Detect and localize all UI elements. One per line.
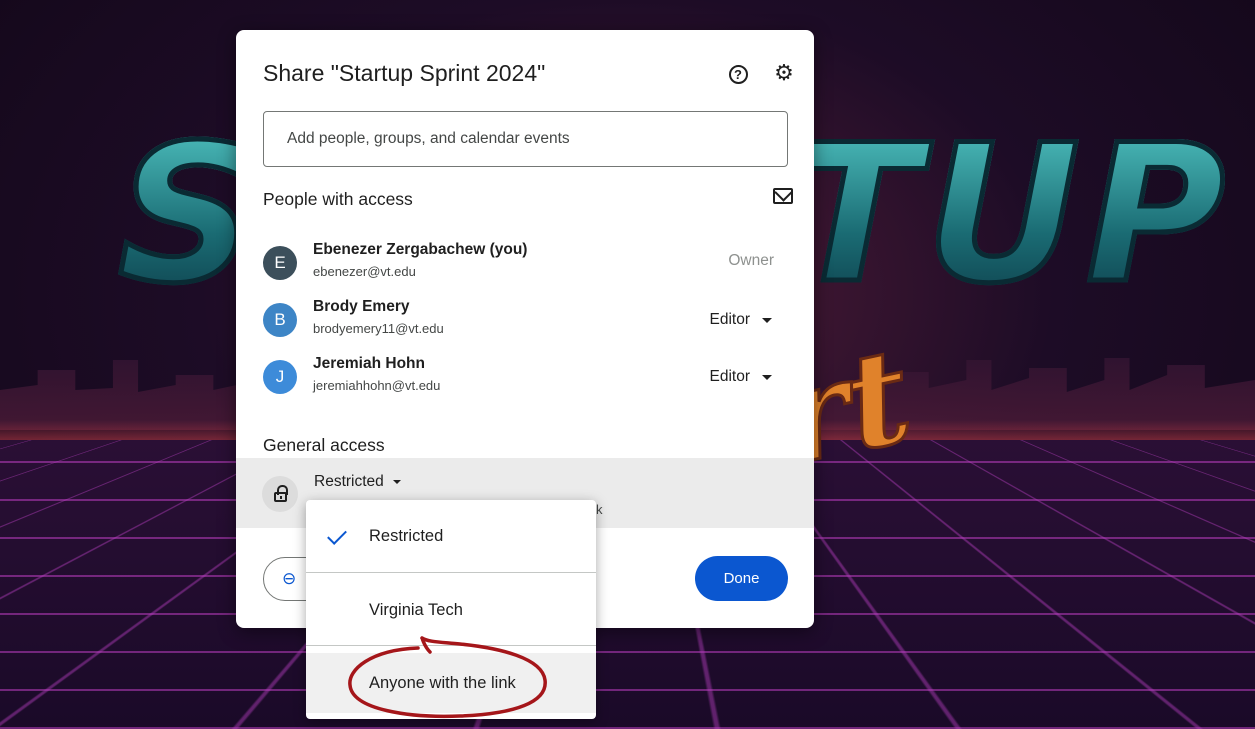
general-access-value: Restricted — [314, 473, 384, 490]
menu-item-virginia-tech[interactable]: Virginia Tech — [306, 580, 596, 640]
caret-down-icon — [392, 480, 401, 484]
role-dropdown-brody[interactable]: Editor — [704, 306, 779, 334]
add-people-input[interactable] — [263, 111, 788, 167]
lock-body — [273, 485, 288, 502]
dialog-title: Share "Startup Sprint 2024" — [263, 60, 546, 86]
avatar: B — [263, 303, 297, 337]
menu-item-label: Virginia Tech — [369, 600, 463, 619]
caret-down-icon — [762, 317, 772, 323]
general-access-description: k — [596, 502, 603, 517]
background-title-left: S — [116, 104, 258, 325]
person-email: brodyemery11@vt.edu — [313, 321, 444, 336]
avatar: J — [263, 360, 297, 394]
role-label: Editor — [709, 311, 751, 328]
person-name: Brody Emery — [313, 298, 410, 315]
role-dropdown-jeremiah[interactable]: Editor — [704, 363, 779, 391]
menu-divider — [306, 645, 596, 646]
avatar: E — [263, 246, 297, 280]
mail-icon[interactable] — [773, 188, 793, 204]
owner-role-label: Owner — [728, 252, 774, 269]
background-title-right: TUP — [787, 104, 1232, 325]
general-access-menu: Restricted Virginia Tech Anyone with the… — [306, 500, 596, 719]
help-button[interactable]: ? — [726, 62, 750, 86]
people-with-access-heading: People with access — [263, 189, 413, 209]
menu-item-label: Anyone with the link — [369, 673, 516, 692]
check-icon — [327, 525, 347, 545]
menu-divider — [306, 572, 596, 573]
lock-icon — [262, 476, 298, 512]
help-circle-icon: ? — [728, 64, 748, 84]
person-row-owner: E Ebenezer Zergabachew (you) ebenezer@vt… — [263, 237, 788, 289]
role-label: Editor — [709, 368, 751, 385]
person-row-jeremiah: J Jeremiah Hohn jeremiahhohn@vt.edu Edit… — [263, 351, 788, 403]
caret-down-icon — [762, 374, 772, 380]
person-name: Ebenezer Zergabachew (you) — [313, 241, 528, 258]
menu-item-restricted[interactable]: Restricted — [306, 506, 596, 566]
done-button[interactable]: Done — [695, 556, 788, 601]
link-icon: ⊖ — [282, 569, 297, 589]
menu-item-label: Restricted — [369, 526, 444, 545]
person-name: Jeremiah Hohn — [313, 355, 425, 372]
person-row-brody: B Brody Emery brodyemery11@vt.edu Editor — [263, 294, 788, 346]
gear-icon: ⚙ — [774, 61, 794, 86]
general-access-heading: General access — [263, 435, 385, 455]
person-email: jeremiahhohn@vt.edu — [313, 378, 441, 393]
person-email: ebenezer@vt.edu — [313, 264, 416, 279]
menu-item-anyone-with-link[interactable]: Anyone with the link — [306, 653, 596, 713]
settings-button[interactable]: ⚙ — [772, 62, 796, 86]
general-access-dropdown[interactable]: Restricted — [314, 473, 401, 491]
